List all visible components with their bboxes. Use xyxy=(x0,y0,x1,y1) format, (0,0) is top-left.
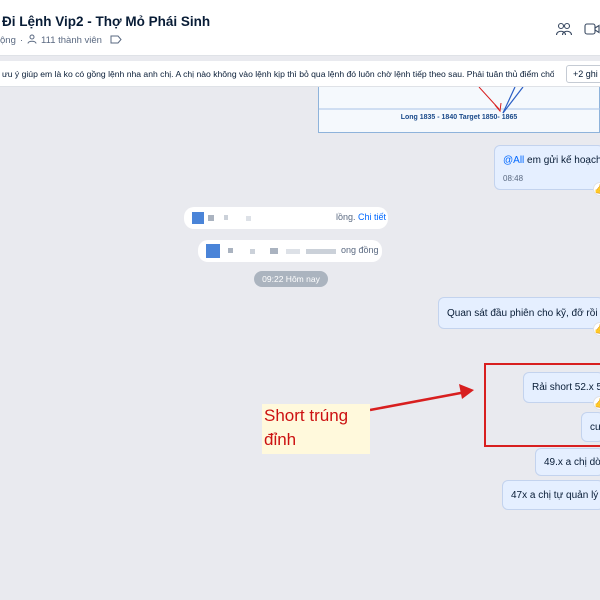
annotation-line-1: Short trúng xyxy=(264,406,349,425)
annotation-arrow xyxy=(369,384,474,412)
annotation-label: Short trúng đỉnh xyxy=(262,404,370,454)
annotation-line-2: đỉnh xyxy=(264,430,297,449)
